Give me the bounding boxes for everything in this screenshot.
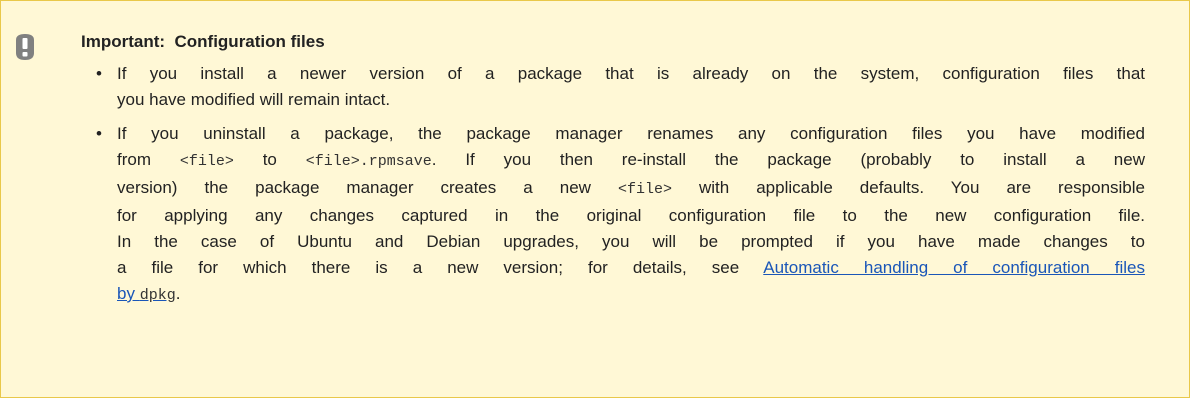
code-dpkg: dpkg [139, 287, 176, 304]
text-line: version) the package manager creates a n… [117, 178, 1145, 198]
text-line: In the case of Ubuntu and Debian upgrade… [117, 232, 1145, 251]
code-file: <file> [179, 153, 234, 170]
text-line: from <file> to <file>.rpmsave. If you th… [117, 150, 1145, 170]
text-line: If you uninstall a package, the package … [117, 124, 1145, 143]
admonition-title: Important: Configuration files [81, 32, 325, 51]
text-line: you have modified will remain intact. [117, 90, 391, 109]
text-line: by dpkg. [117, 284, 181, 304]
text-line: If you install a newer version of a pack… [117, 64, 1145, 83]
dpkg-config-link[interactable]: Automatic handling of configuration file… [763, 258, 1145, 277]
bullet-list: If you install a newer version of a pack… [95, 61, 1145, 317]
text-line: for applying any changes captured in the… [117, 206, 1145, 225]
list-item: If you install a newer version of a pack… [95, 61, 1145, 113]
list-item: If you uninstall a package, the package … [95, 121, 1145, 309]
important-admonition: Important: Configuration files If you in… [0, 0, 1190, 398]
text-line: a file for which there is a new version;… [117, 258, 1146, 277]
code-file-rpmsave: <file>.rpmsave [305, 153, 432, 170]
dpkg-config-link-continued[interactable]: by dpkg [117, 284, 176, 304]
code-file: <file> [617, 181, 672, 198]
exclamation-icon [16, 34, 34, 60]
